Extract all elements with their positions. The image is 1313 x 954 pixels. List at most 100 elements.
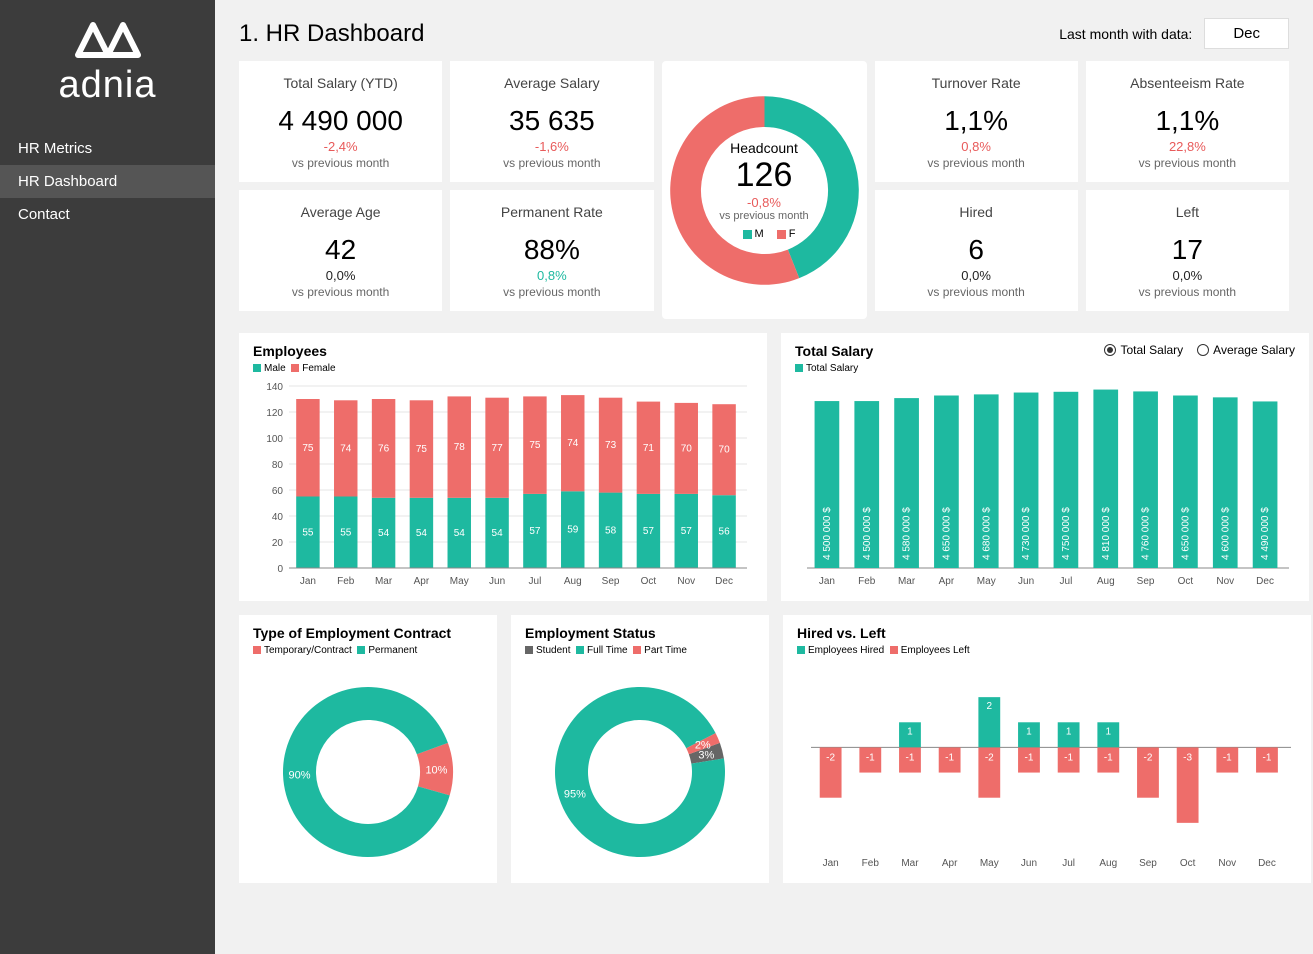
svg-text:Oct: Oct bbox=[641, 576, 657, 587]
kpi-perm_rate: Permanent Rate 88% 0,8% vs previous mont… bbox=[450, 190, 653, 311]
svg-text:-1: -1 bbox=[1223, 752, 1232, 763]
svg-text:77: 77 bbox=[492, 443, 504, 454]
radio-total-salary[interactable]: Total Salary bbox=[1104, 343, 1183, 357]
kpi-grid: Total Salary (YTD) 4 490 000 -2,4% vs pr… bbox=[239, 61, 1289, 319]
svg-text:Sep: Sep bbox=[1139, 858, 1157, 869]
status-chart: 3%95%2% bbox=[525, 662, 755, 872]
month-dropdown[interactable]: Dec bbox=[1204, 18, 1289, 49]
svg-text:Feb: Feb bbox=[858, 576, 876, 587]
svg-text:Sep: Sep bbox=[1137, 576, 1155, 587]
svg-text:4 580 000 $: 4 580 000 $ bbox=[902, 507, 913, 560]
svg-text:54: 54 bbox=[492, 528, 504, 539]
headcount-delta: -0,8% bbox=[719, 195, 808, 210]
svg-text:Dec: Dec bbox=[715, 576, 733, 587]
svg-text:57: 57 bbox=[681, 526, 693, 537]
svg-text:Mar: Mar bbox=[375, 576, 393, 587]
contract-chart: 10% 90% bbox=[253, 662, 483, 872]
svg-text:Jul: Jul bbox=[1060, 576, 1073, 587]
svg-text:90%: 90% bbox=[289, 769, 311, 781]
svg-text:20: 20 bbox=[272, 538, 284, 549]
nav: HR MetricsHR DashboardContact bbox=[0, 132, 215, 231]
month-selector: Last month with data: Dec bbox=[1059, 18, 1289, 49]
nav-item-hr-metrics[interactable]: HR Metrics bbox=[0, 132, 215, 165]
sidebar: adnia HR MetricsHR DashboardContact bbox=[0, 0, 215, 954]
nav-item-hr-dashboard[interactable]: HR Dashboard bbox=[0, 165, 215, 198]
svg-text:Jan: Jan bbox=[819, 576, 835, 587]
svg-text:0: 0 bbox=[277, 564, 283, 575]
svg-text:4 680 000 $: 4 680 000 $ bbox=[981, 507, 992, 560]
svg-text:57: 57 bbox=[643, 526, 655, 537]
hired-left-pane: Hired vs. Left Employees Hired Employees… bbox=[783, 615, 1311, 883]
svg-text:Nov: Nov bbox=[677, 576, 695, 587]
svg-text:140: 140 bbox=[266, 382, 283, 393]
svg-text:80: 80 bbox=[272, 460, 284, 471]
svg-text:-1: -1 bbox=[1025, 752, 1034, 763]
svg-text:Jun: Jun bbox=[1021, 858, 1037, 869]
svg-text:Apr: Apr bbox=[939, 576, 955, 587]
svg-text:Jul: Jul bbox=[1062, 858, 1075, 869]
radio-average-salary[interactable]: Average Salary bbox=[1197, 343, 1295, 357]
headcount-card: Headcount 126 -0,8% vs previous month M … bbox=[662, 61, 867, 319]
salary-chart: 4 500 000 $Jan4 500 000 $Feb4 580 000 $M… bbox=[795, 380, 1295, 590]
svg-text:1: 1 bbox=[1066, 726, 1072, 737]
svg-text:4 750 000 $: 4 750 000 $ bbox=[1061, 507, 1072, 560]
svg-text:Jun: Jun bbox=[489, 576, 505, 587]
hired-left-chart: -2Jan-1Feb1-1Mar-1Apr2-2May1-1Jun1-1Jul1… bbox=[797, 662, 1297, 872]
svg-text:54: 54 bbox=[454, 528, 466, 539]
svg-text:1: 1 bbox=[907, 726, 913, 737]
headcount-sub: vs previous month bbox=[719, 210, 808, 222]
svg-text:-1: -1 bbox=[945, 752, 954, 763]
contract-title: Type of Employment Contract bbox=[253, 625, 483, 641]
svg-text:Feb: Feb bbox=[337, 576, 355, 587]
svg-text:56: 56 bbox=[719, 527, 731, 538]
legend-swatch-f bbox=[777, 230, 786, 239]
svg-text:May: May bbox=[450, 576, 469, 587]
salary-chart-pane: Total Salary Total SalaryAverage Salary … bbox=[781, 333, 1309, 601]
svg-text:Jan: Jan bbox=[300, 576, 316, 587]
top-row: 1. HR Dashboard Last month with data: De… bbox=[239, 18, 1289, 49]
kpi-turnover: Turnover Rate 1,1% 0,8% vs previous mont… bbox=[875, 61, 1078, 182]
svg-text:74: 74 bbox=[340, 443, 352, 454]
svg-text:10%: 10% bbox=[425, 765, 447, 777]
svg-text:75: 75 bbox=[302, 443, 314, 454]
svg-text:May: May bbox=[977, 576, 996, 587]
kpi-total_salary: Total Salary (YTD) 4 490 000 -2,4% vs pr… bbox=[239, 61, 442, 182]
hired-left-legend: Employees Hired Employees Left bbox=[797, 645, 1297, 656]
svg-text:-1: -1 bbox=[1263, 752, 1272, 763]
logo: adnia bbox=[0, 0, 215, 122]
svg-text:4 760 000 $: 4 760 000 $ bbox=[1141, 507, 1152, 560]
svg-text:55: 55 bbox=[340, 527, 352, 538]
svg-text:Aug: Aug bbox=[564, 576, 582, 587]
svg-text:Oct: Oct bbox=[1178, 576, 1194, 587]
svg-text:59: 59 bbox=[567, 525, 579, 536]
svg-text:Apr: Apr bbox=[414, 576, 430, 587]
svg-text:1: 1 bbox=[1026, 726, 1032, 737]
salary-title: Total Salary bbox=[795, 343, 873, 359]
svg-text:-2: -2 bbox=[1144, 752, 1153, 763]
contract-legend: Temporary/Contract Permanent bbox=[253, 645, 483, 656]
kpi-avg_salary: Average Salary 35 635 -1,6% vs previous … bbox=[450, 61, 653, 182]
svg-text:60: 60 bbox=[272, 486, 284, 497]
svg-text:40: 40 bbox=[272, 512, 284, 523]
svg-text:Dec: Dec bbox=[1256, 576, 1274, 587]
svg-text:78: 78 bbox=[454, 442, 466, 453]
salary-legend: Total Salary bbox=[795, 363, 1295, 374]
svg-text:-3: -3 bbox=[1183, 752, 1192, 763]
svg-text:Mar: Mar bbox=[898, 576, 916, 587]
svg-text:58: 58 bbox=[605, 525, 617, 536]
svg-text:55: 55 bbox=[302, 527, 314, 538]
main: 1. HR Dashboard Last month with data: De… bbox=[215, 0, 1313, 954]
employees-legend: Male Female bbox=[253, 363, 753, 374]
svg-text:-1: -1 bbox=[906, 752, 915, 763]
status-legend: Student Full Time Part Time bbox=[525, 645, 755, 656]
svg-text:76: 76 bbox=[378, 443, 390, 454]
svg-text:1: 1 bbox=[1106, 726, 1112, 737]
svg-text:100: 100 bbox=[266, 434, 283, 445]
svg-text:-2: -2 bbox=[826, 752, 835, 763]
kpi-col-1: Total Salary (YTD) 4 490 000 -2,4% vs pr… bbox=[239, 61, 442, 311]
svg-text:71: 71 bbox=[643, 443, 655, 454]
nav-item-contact[interactable]: Contact bbox=[0, 198, 215, 231]
headcount-label: Headcount bbox=[719, 140, 808, 156]
salary-radio-group: Total Salary Average Salary bbox=[1104, 343, 1295, 357]
svg-text:73: 73 bbox=[605, 440, 617, 451]
